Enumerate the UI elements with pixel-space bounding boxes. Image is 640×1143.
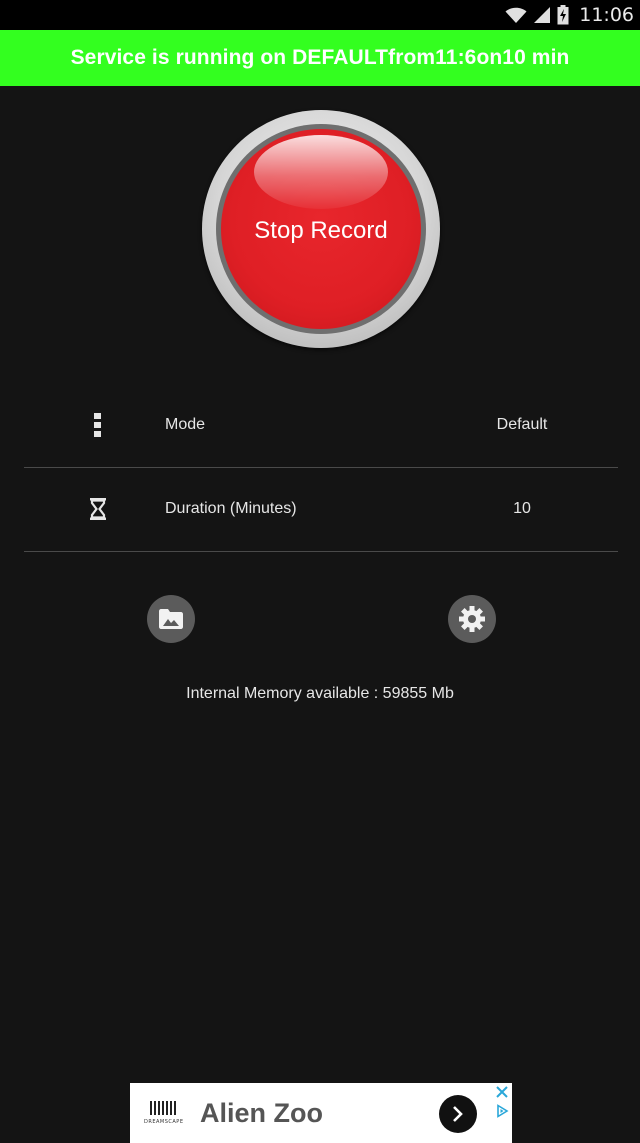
battery-icon xyxy=(557,5,569,25)
hourglass-icon xyxy=(84,495,112,523)
wifi-icon xyxy=(505,7,527,23)
more-vert-icon xyxy=(84,411,112,439)
signal-icon xyxy=(534,7,551,23)
mode-value: Default xyxy=(496,416,548,433)
clock-time: 11:06 xyxy=(579,4,634,26)
record-button-bezel: Stop Record xyxy=(202,110,440,348)
service-status-text: Service is running on DEFAULTfrom11:6on1… xyxy=(70,46,570,69)
duration-row[interactable]: Duration (Minutes) 10 xyxy=(24,467,618,552)
adchoices-icon[interactable] xyxy=(495,1104,509,1118)
arrow-right-icon xyxy=(453,1106,463,1122)
ad-logo-text: DREAMSCAPE xyxy=(144,1119,184,1125)
gear-icon xyxy=(459,606,485,632)
mode-label: Mode xyxy=(165,416,206,433)
mode-row[interactable]: Mode Default xyxy=(24,383,618,468)
status-icons: 11:06 xyxy=(505,0,634,30)
image-folder-icon xyxy=(159,609,183,629)
gallery-button[interactable] xyxy=(147,595,195,643)
ad-title: Alien Zoo xyxy=(200,1098,323,1128)
settings-button[interactable] xyxy=(448,595,496,643)
duration-value: 10 xyxy=(513,500,531,517)
ad-banner[interactable]: DREAMSCAPE Alien Zoo xyxy=(130,1083,512,1143)
stop-record-label: Stop Record xyxy=(254,217,388,244)
ad-open-button[interactable] xyxy=(439,1095,477,1133)
service-status-banner: Service is running on DEFAULTfrom11:6on1… xyxy=(0,30,640,86)
duration-label: Duration (Minutes) xyxy=(165,500,297,517)
close-icon[interactable] xyxy=(495,1085,509,1099)
record-button-ring: Stop Record xyxy=(216,124,426,334)
stop-record-button[interactable]: Stop Record xyxy=(221,129,421,329)
internal-memory-text: Internal Memory available : 59855 Mb xyxy=(186,685,454,702)
record-button-gloss xyxy=(254,135,388,209)
status-bar: 11:06 xyxy=(0,0,640,30)
